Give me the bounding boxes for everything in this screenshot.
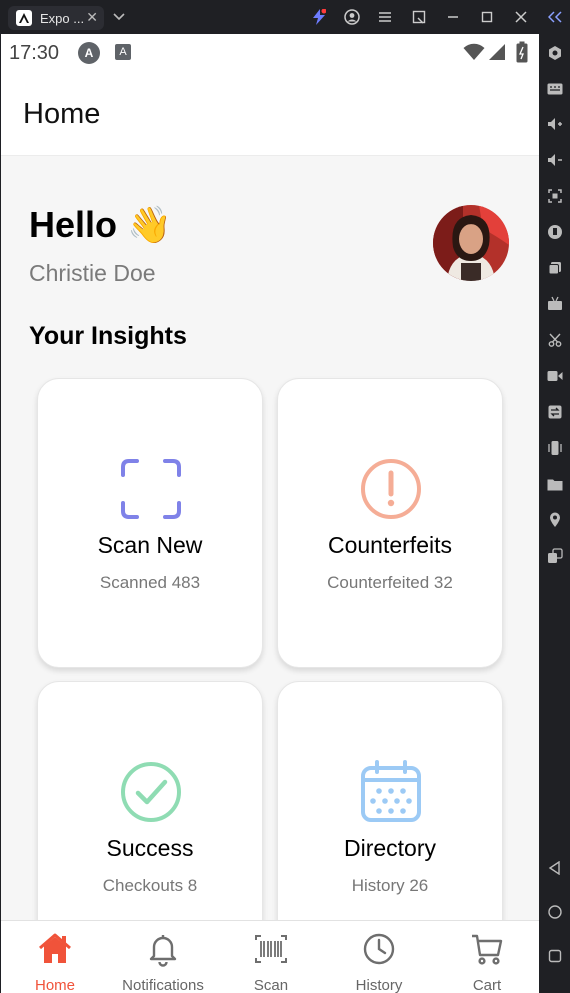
phone-screen: 17:30 A A Home Hello 👋 Christie Doe Your… bbox=[1, 34, 539, 993]
maximize-icon[interactable] bbox=[478, 8, 496, 26]
shake-icon[interactable] bbox=[547, 440, 563, 456]
avatar[interactable] bbox=[433, 205, 509, 281]
fullscreen-icon[interactable] bbox=[547, 188, 563, 204]
nav-label: Scan bbox=[253, 977, 289, 993]
bell-icon bbox=[145, 931, 181, 967]
tab-title: Expo ... bbox=[40, 10, 85, 26]
card-title: Scan New bbox=[97, 532, 203, 558]
calendar-icon bbox=[359, 760, 423, 824]
install-apk-icon[interactable] bbox=[547, 224, 563, 240]
status-app-icon: A bbox=[115, 44, 131, 60]
expo-favicon-icon bbox=[16, 10, 32, 26]
folder-icon[interactable] bbox=[547, 476, 563, 492]
browser-tab[interactable]: Expo ... ✕ bbox=[8, 6, 104, 30]
waving-hand-icon: 👋 bbox=[127, 204, 172, 245]
keyboard-icon[interactable] bbox=[547, 81, 563, 97]
window-titlebar: Expo ... ✕ bbox=[0, 0, 570, 34]
nav-label: Notifications bbox=[122, 977, 204, 993]
volume-down-icon[interactable] bbox=[547, 152, 563, 168]
scan-frame-icon bbox=[119, 457, 183, 521]
home-icon bbox=[37, 931, 73, 967]
greeting-hello: Hello 👋 bbox=[29, 204, 172, 246]
nav-cart[interactable]: Cart bbox=[433, 921, 539, 993]
location-icon[interactable] bbox=[547, 512, 563, 528]
volume-up-icon[interactable] bbox=[547, 116, 563, 132]
card-scan-new[interactable]: Scan New Scanned 483 bbox=[37, 378, 263, 668]
nav-scan[interactable]: Scan bbox=[217, 921, 325, 993]
scissors-icon[interactable] bbox=[547, 332, 563, 348]
status-bar: 17:30 A A bbox=[1, 34, 539, 72]
nav-home-icon[interactable] bbox=[547, 904, 563, 920]
nav-back-icon[interactable] bbox=[547, 860, 563, 876]
battery-icon bbox=[516, 41, 528, 68]
card-subtitle: Checkouts 8 bbox=[102, 876, 198, 895]
check-circle-icon bbox=[119, 760, 183, 824]
sync-icon[interactable] bbox=[547, 404, 563, 420]
card-counterfeits[interactable]: Counterfeits Counterfeited 32 bbox=[277, 378, 503, 668]
greeting-text: Hello bbox=[29, 204, 118, 245]
screenshot-icon[interactable] bbox=[410, 8, 428, 26]
close-icon[interactable] bbox=[512, 8, 530, 26]
nav-label: History bbox=[355, 977, 403, 993]
minimize-icon[interactable] bbox=[444, 8, 462, 26]
status-time: 17:30 bbox=[9, 42, 60, 64]
card-subtitle: Counterfeited 32 bbox=[327, 573, 453, 592]
tab-close-icon[interactable]: ✕ bbox=[86, 9, 98, 26]
card-subtitle: Scanned 483 bbox=[99, 573, 201, 592]
card-title: Directory bbox=[343, 835, 436, 861]
wifi-icon bbox=[463, 43, 485, 66]
nav-recents-icon[interactable] bbox=[547, 948, 563, 964]
record-video-icon[interactable] bbox=[547, 368, 563, 384]
nav-home[interactable]: Home bbox=[1, 921, 109, 993]
collapse-sidebar-icon[interactable] bbox=[546, 8, 564, 26]
nav-label: Home bbox=[34, 977, 75, 993]
card-title: Counterfeits bbox=[327, 532, 452, 558]
nav-history[interactable]: History bbox=[325, 921, 433, 993]
apk-icon[interactable] bbox=[547, 296, 563, 312]
status-notification-badge: A bbox=[78, 42, 100, 64]
settings-hex-icon[interactable] bbox=[547, 45, 563, 61]
app-header: Home bbox=[1, 72, 539, 156]
lightning-icon[interactable] bbox=[310, 8, 328, 26]
page-title: Home bbox=[23, 98, 101, 130]
account-icon[interactable] bbox=[343, 8, 361, 26]
barcode-icon bbox=[253, 931, 289, 967]
emulator-toolbar bbox=[539, 34, 570, 993]
nav-label: Cart bbox=[472, 977, 502, 993]
user-name: Christie Doe bbox=[29, 260, 156, 286]
alert-circle-icon bbox=[359, 457, 423, 521]
menu-icon[interactable] bbox=[376, 8, 394, 26]
cart-icon bbox=[469, 931, 505, 967]
clock-icon bbox=[361, 931, 397, 967]
bottom-nav: Home Notifications Scan History Cart bbox=[1, 920, 539, 993]
chevron-down-icon[interactable] bbox=[110, 8, 128, 26]
insights-title: Your Insights bbox=[29, 322, 187, 350]
rotate-icon[interactable] bbox=[547, 548, 563, 564]
signal-icon bbox=[488, 43, 506, 66]
nav-notifications[interactable]: Notifications bbox=[109, 921, 217, 993]
card-subtitle: History 26 bbox=[351, 876, 429, 895]
multi-instance-icon[interactable] bbox=[547, 260, 563, 276]
card-title: Success bbox=[106, 835, 194, 861]
